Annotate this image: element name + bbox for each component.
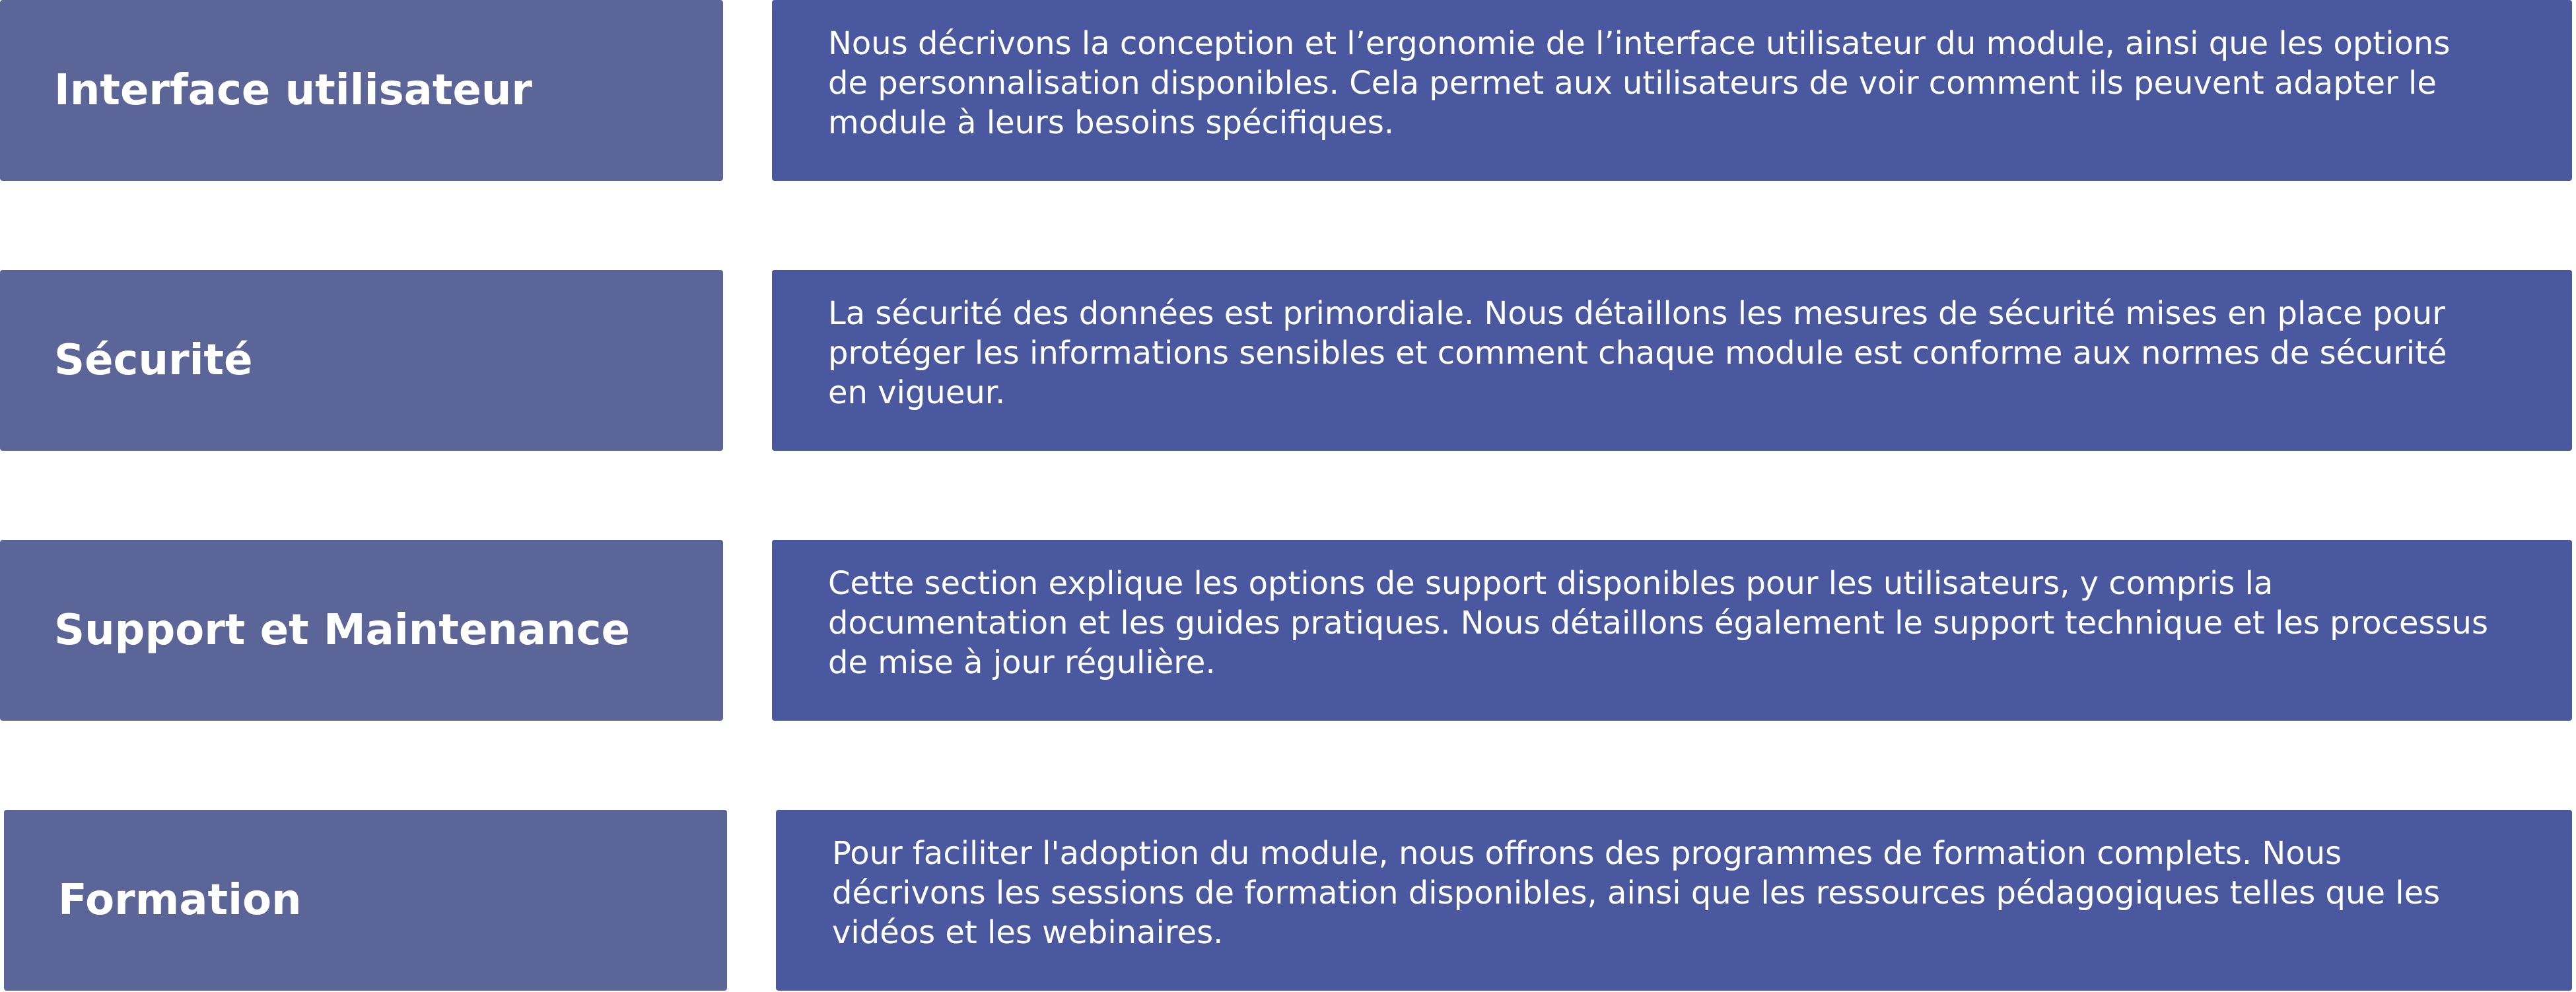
row-description: La sécurité des données est primordiale.… bbox=[828, 295, 2447, 411]
description-box: Pour faciliter l'adoption du module, nou… bbox=[776, 810, 2572, 991]
label-box: Formation bbox=[4, 810, 727, 991]
description-box: Cette section explique les options de su… bbox=[772, 540, 2572, 721]
row-label: Interface utilisateur bbox=[54, 65, 532, 115]
row-description: Cette section explique les options de su… bbox=[828, 565, 2488, 681]
description-box: La sécurité des données est primordiale.… bbox=[772, 270, 2572, 451]
row-label: Formation bbox=[58, 875, 302, 925]
row-label: Support et Maintenance bbox=[54, 605, 630, 655]
row-description: Nous décrivons la conception et l’ergono… bbox=[828, 25, 2451, 141]
label-box: Interface utilisateur bbox=[0, 0, 723, 181]
row-securite: Sécurité La sécurité des données est pri… bbox=[0, 270, 2576, 451]
label-box: Support et Maintenance bbox=[0, 540, 723, 721]
row-interface-utilisateur: Interface utilisateur Nous décrivons la … bbox=[0, 0, 2576, 181]
row-formation: Formation Pour faciliter l'adoption du m… bbox=[0, 810, 2576, 991]
label-box: Sécurité bbox=[0, 270, 723, 451]
description-box: Nous décrivons la conception et l’ergono… bbox=[772, 0, 2572, 181]
row-description: Pour faciliter l'adoption du module, nou… bbox=[832, 835, 2441, 951]
row-support-maintenance: Support et Maintenance Cette section exp… bbox=[0, 540, 2576, 721]
row-label: Sécurité bbox=[54, 335, 253, 385]
